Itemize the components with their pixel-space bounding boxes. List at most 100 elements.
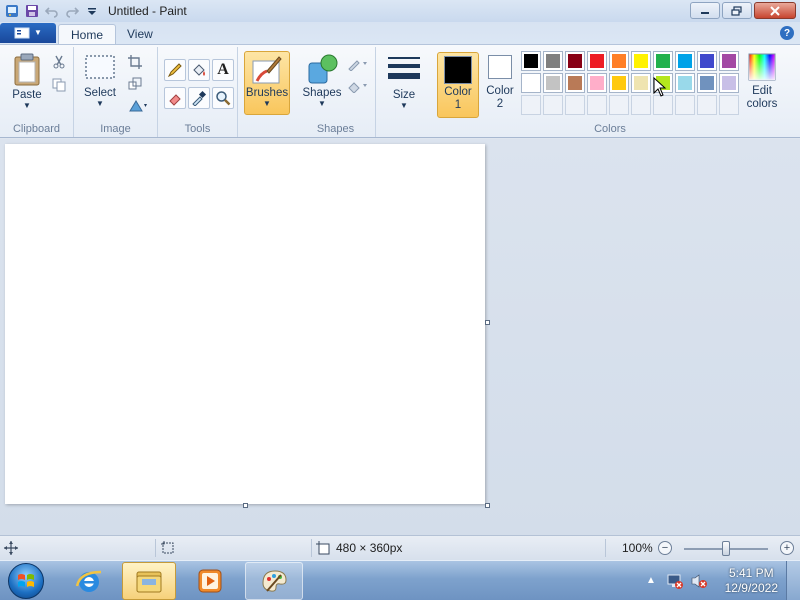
canvas-resize-handle-corner[interactable]: [485, 503, 490, 508]
shapes-group: Shapes ▼ Shapes: [296, 47, 376, 137]
color-picker-tool[interactable]: [188, 87, 210, 109]
clock[interactable]: 5:41 PM 12/9/2022: [725, 566, 778, 596]
chevron-down-icon: ▼: [318, 99, 326, 108]
tab-home[interactable]: Home: [58, 24, 117, 45]
minimize-button[interactable]: [690, 2, 720, 19]
palette-color-swatch[interactable]: [587, 51, 607, 71]
eraser-tool[interactable]: [164, 87, 186, 109]
clock-time: 5:41 PM: [728, 566, 774, 580]
palette-custom-color-slot[interactable]: [609, 95, 629, 115]
palette-color-swatch[interactable]: [697, 73, 717, 93]
palette-custom-color-slot[interactable]: [543, 95, 563, 115]
outline-icon[interactable]: [346, 55, 370, 73]
chevron-down-icon: ▼: [34, 28, 42, 37]
show-hidden-icons-icon[interactable]: ▲: [646, 575, 656, 586]
pencil-tool[interactable]: [164, 59, 186, 81]
canvas-size-icon: [316, 541, 330, 558]
show-desktop-button[interactable]: [786, 561, 800, 600]
brushes-button[interactable]: Brushes ▼: [244, 51, 290, 115]
taskbar-windows-explorer[interactable]: [122, 562, 176, 600]
color2-button[interactable]: Color 2: [482, 55, 518, 119]
folder-icon: [136, 571, 162, 593]
resize-icon[interactable]: [126, 75, 144, 93]
palette-custom-color-slot[interactable]: [719, 95, 739, 115]
zoom-slider-thumb[interactable]: [722, 541, 730, 556]
palette-color-swatch[interactable]: [543, 73, 563, 93]
help-icon[interactable]: ?: [780, 26, 794, 40]
select-button[interactable]: Select ▼: [80, 53, 120, 108]
magnifier-icon: [216, 91, 231, 106]
text-tool[interactable]: A: [212, 59, 234, 81]
ribbon-tab-row: ▼ Home View ?: [0, 22, 800, 45]
palette-color-swatch[interactable]: [697, 51, 717, 71]
palette-custom-color-slot[interactable]: [675, 95, 695, 115]
window-title: Untitled - Paint: [108, 4, 187, 18]
network-icon[interactable]: [666, 572, 684, 593]
palette-color-swatch[interactable]: [565, 51, 585, 71]
palette-color-swatch[interactable]: [719, 73, 739, 93]
zoom-in-button[interactable]: +: [780, 541, 794, 555]
palette-custom-color-slot[interactable]: [521, 95, 541, 115]
start-button[interactable]: [8, 563, 44, 599]
tab-view[interactable]: View: [115, 24, 165, 45]
canvas-resize-handle-bottom[interactable]: [243, 503, 248, 508]
palette-color-swatch[interactable]: [609, 51, 629, 71]
undo-icon[interactable]: [44, 3, 60, 19]
palette-color-swatch[interactable]: [675, 51, 695, 71]
palette-color-swatch[interactable]: [609, 73, 629, 93]
rotate-icon[interactable]: [126, 97, 150, 115]
taskbar-media-player[interactable]: [183, 562, 237, 600]
system-tray: ▲ 5:41 PM 12/9/2022: [630, 561, 800, 600]
shapes-button[interactable]: Shapes ▼: [300, 53, 344, 108]
palette-color-swatch[interactable]: [631, 51, 651, 71]
text-icon: A: [217, 61, 229, 78]
palette-custom-color-slot[interactable]: [631, 95, 651, 115]
eyedropper-icon: [192, 90, 207, 106]
palette-color-swatch[interactable]: [675, 73, 695, 93]
fill-shape-icon[interactable]: [346, 77, 370, 95]
edit-colors-button[interactable]: Edit colors: [742, 53, 782, 111]
crop-icon[interactable]: [126, 53, 144, 71]
save-icon[interactable]: [24, 3, 40, 19]
paint-palette-icon: [262, 570, 287, 592]
zoom-out-button[interactable]: −: [658, 541, 672, 555]
palette-color-swatch[interactable]: [565, 73, 585, 93]
palette-custom-color-slot[interactable]: [697, 95, 717, 115]
close-button[interactable]: [754, 2, 796, 19]
taskbar-paint[interactable]: [245, 562, 303, 600]
palette-color-swatch[interactable]: [653, 51, 673, 71]
palette-custom-color-slot[interactable]: [565, 95, 585, 115]
redo-icon[interactable]: [64, 3, 80, 19]
image-group: Select ▼ Image: [74, 47, 158, 137]
taskbar-internet-explorer[interactable]: [62, 562, 116, 600]
palette-custom-color-slot[interactable]: [587, 95, 607, 115]
color1-button[interactable]: Color 1: [437, 52, 479, 118]
palette-custom-color-slot[interactable]: [653, 95, 673, 115]
paint-app-icon[interactable]: [4, 3, 20, 19]
palette-color-swatch[interactable]: [719, 51, 739, 71]
color2-swatch: [488, 55, 512, 79]
size-button[interactable]: Size ▼: [384, 55, 424, 110]
palette-color-swatch[interactable]: [631, 73, 651, 93]
copy-icon[interactable]: [50, 76, 68, 94]
shapes-group-label: Shapes: [316, 123, 355, 135]
drawing-canvas[interactable]: [5, 144, 485, 504]
paste-button[interactable]: Paste ▼: [8, 53, 46, 110]
cut-icon[interactable]: [50, 53, 68, 71]
magnifier-tool[interactable]: [212, 87, 234, 109]
color1-swatch: [444, 56, 472, 84]
colors-group-label: Colors: [594, 123, 626, 135]
palette-color-swatch[interactable]: [587, 73, 607, 93]
palette-color-swatch[interactable]: [521, 73, 541, 93]
volume-muted-icon[interactable]: [690, 572, 708, 593]
customize-toolbar-icon[interactable]: [84, 3, 100, 19]
line-size-icon: [388, 57, 420, 79]
windows-logo-icon: [18, 574, 34, 587]
paint-menu-button[interactable]: ▼: [0, 23, 56, 43]
palette-color-swatch[interactable]: [543, 51, 563, 71]
fill-tool[interactable]: [188, 59, 210, 81]
canvas-resize-handle-right[interactable]: [485, 320, 490, 325]
restore-button[interactable]: [722, 2, 752, 19]
palette-color-swatch[interactable]: [521, 51, 541, 71]
chevron-down-icon: ▼: [400, 101, 408, 110]
